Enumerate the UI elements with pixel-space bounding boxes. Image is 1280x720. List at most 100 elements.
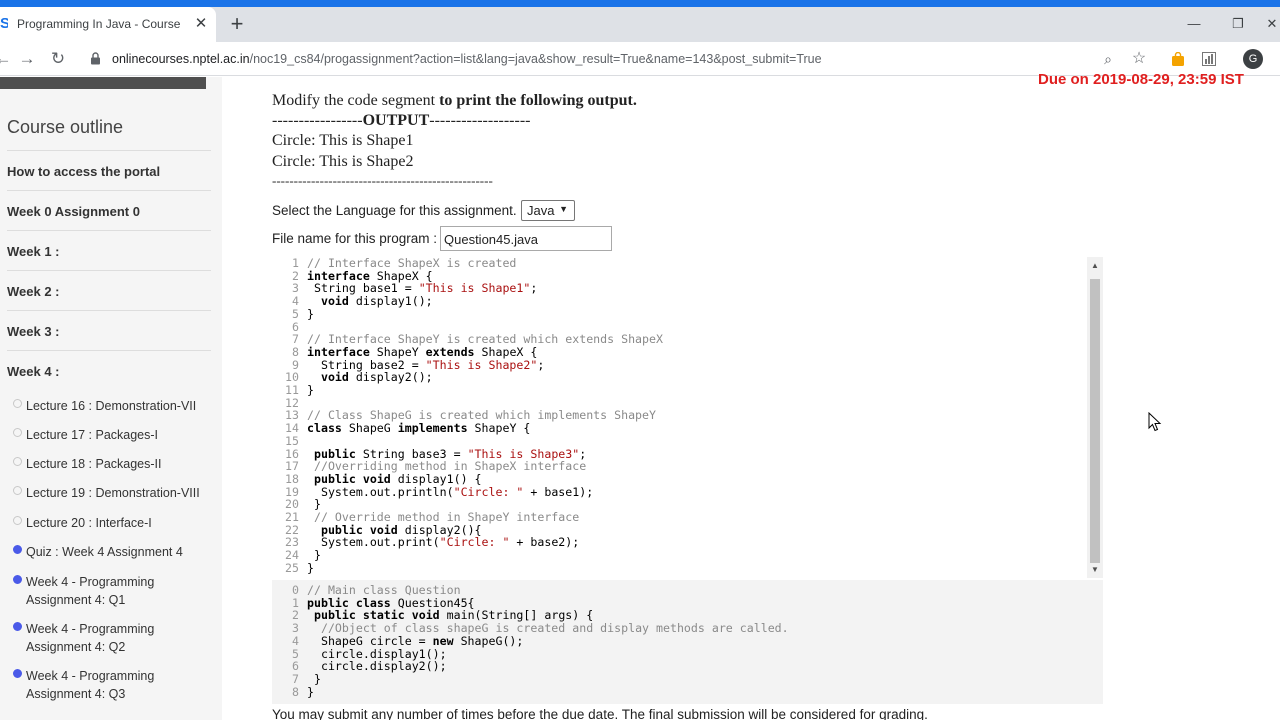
sidebar-item-week0[interactable]: Week 0 Assignment 0 bbox=[7, 204, 140, 219]
lecture-label: Quiz : Week 4 Assignment 4 bbox=[26, 545, 183, 559]
code-line: 18 public void display1() { bbox=[272, 473, 482, 486]
sidebar-item-week1[interactable]: Week 1 : bbox=[7, 244, 60, 259]
lecture-item[interactable]: Lecture 16 : Demonstration-VII bbox=[13, 397, 196, 415]
code-line: 21 // Override method in ShapeY interfac… bbox=[272, 511, 579, 524]
scroll-thumb[interactable] bbox=[1090, 279, 1100, 563]
code-line: 5} bbox=[272, 308, 314, 321]
course-outline-heading: Course outline bbox=[7, 117, 124, 137]
status-dot-icon bbox=[13, 486, 22, 495]
line-number: 24 bbox=[285, 548, 299, 563]
line-number: 21 bbox=[285, 510, 299, 524]
line-number: 11 bbox=[285, 383, 299, 397]
window-accent-strip bbox=[0, 0, 1280, 7]
back-icon[interactable]: ← bbox=[0, 48, 14, 70]
file-name-field[interactable]: Question45.java bbox=[440, 226, 612, 251]
assignment-item-q1[interactable]: Week 4 - Programming Assignment 4: Q1 bbox=[13, 573, 186, 609]
line-number: 3 bbox=[292, 621, 299, 636]
code-editor[interactable]: 1// Interface ShapeX is created 2 interfac… bbox=[272, 257, 1103, 578]
forward-icon[interactable]: → bbox=[16, 48, 38, 70]
url-path: /noc19_cs84/progassignment?action=list&l… bbox=[249, 52, 822, 66]
lecture-item[interactable]: Lecture 18 : Packages-II bbox=[13, 455, 162, 473]
code-line: 3 //Object of class shapeG is created an… bbox=[272, 622, 789, 635]
line-number: 4 bbox=[292, 294, 299, 309]
instruction-text: Modify the code segment to print the fol… bbox=[272, 92, 637, 110]
code-line: 11} bbox=[272, 384, 314, 397]
instruction-lead: Modify the code segment bbox=[272, 92, 440, 109]
sidebar-item-week4[interactable]: Week 4 : bbox=[7, 364, 60, 379]
extension-chart-icon[interactable] bbox=[1199, 49, 1219, 69]
language-select[interactable]: Java ▼ bbox=[521, 200, 575, 221]
line-number: 8 bbox=[292, 344, 299, 359]
address-bar[interactable]: onlinecourses.nptel.ac.in/noc19_cs84/pro… bbox=[112, 52, 822, 66]
quiz-item[interactable]: Quiz : Week 4 Assignment 4 bbox=[13, 543, 183, 561]
minimize-icon[interactable]: — bbox=[1184, 14, 1204, 34]
line-number: 14 bbox=[285, 421, 299, 436]
status-dot-icon bbox=[13, 669, 22, 678]
lecture-label: Lecture 18 : Packages-II bbox=[26, 457, 162, 471]
divider bbox=[7, 350, 211, 351]
extension-bag-icon[interactable] bbox=[1168, 49, 1188, 69]
divider bbox=[7, 190, 211, 191]
zoom-icon[interactable]: ⌕ bbox=[1098, 49, 1118, 69]
tab-title: Programming In Java - Course bbox=[17, 17, 181, 31]
output-word: OUTPUT bbox=[362, 112, 430, 129]
line-number: 1 bbox=[292, 256, 299, 270]
line-number: 15 bbox=[285, 433, 299, 448]
language-value: Java bbox=[527, 203, 555, 218]
restore-icon[interactable]: ❐ bbox=[1228, 14, 1248, 34]
status-dot-icon bbox=[13, 516, 22, 525]
line-number: 4 bbox=[292, 633, 299, 648]
status-dot-icon bbox=[13, 545, 22, 554]
status-dot-icon bbox=[13, 457, 22, 466]
lecture-label: Week 4 - Programming Assignment 4: Q2 bbox=[26, 622, 155, 654]
code-line: 14 class ShapeG implements ShapeY { bbox=[272, 422, 530, 435]
code-line: 8} bbox=[272, 684, 314, 699]
line-number: 17 bbox=[285, 459, 299, 474]
lecture-label: Lecture 19 : Demonstration-VIII bbox=[26, 486, 200, 500]
line-number: 6 bbox=[292, 659, 299, 674]
code-line: 4 void display1(); bbox=[272, 295, 433, 308]
lecture-label: Week 4 - Programming Assignment 4: Q1 bbox=[26, 575, 155, 607]
site-favicon-icon: S bbox=[0, 16, 8, 32]
url-host: onlinecourses.nptel.ac.in bbox=[112, 52, 250, 66]
line-number: 18 bbox=[285, 471, 299, 486]
reload-icon[interactable]: ↻ bbox=[47, 48, 69, 70]
lecture-label: Week 4 - Programming Assignment 4: Q3 bbox=[26, 669, 155, 701]
lecture-item[interactable]: Lecture 20 : Interface-I bbox=[13, 514, 152, 532]
sidebar-item-week3[interactable]: Week 3 : bbox=[7, 324, 60, 339]
assignment-item-q3[interactable]: Week 4 - Programming Assignment 4: Q3 bbox=[13, 667, 186, 703]
profile-avatar[interactable]: G bbox=[1243, 49, 1263, 69]
scroll-up-icon[interactable]: ▲ bbox=[1087, 259, 1103, 273]
output-line: Circle: This is Shape2 bbox=[272, 153, 414, 170]
status-dot-icon bbox=[13, 575, 22, 584]
code-line: 25} bbox=[272, 562, 314, 575]
scroll-down-icon[interactable]: ▼ bbox=[1087, 563, 1103, 577]
divider bbox=[7, 230, 211, 231]
editor-scrollbar[interactable]: ▲ ▼ bbox=[1087, 257, 1103, 578]
bookmark-star-icon[interactable]: ☆ bbox=[1129, 49, 1149, 69]
assignment-item-q2[interactable]: Week 4 - Programming Assignment 4: Q2 bbox=[13, 620, 186, 656]
divider bbox=[7, 310, 211, 311]
mouse-pointer-icon bbox=[1148, 412, 1162, 432]
output-footer: ----------------------------------------… bbox=[272, 173, 493, 188]
close-window-icon[interactable]: ✕ bbox=[1262, 14, 1280, 34]
lecture-item[interactable]: Lecture 19 : Demonstration-VIII bbox=[13, 484, 200, 502]
code-line: 24 } bbox=[272, 549, 321, 562]
code-line: 4 ShapeG circle = new ShapeG(); bbox=[272, 633, 523, 648]
lecture-label: Lecture 17 : Packages-I bbox=[26, 428, 159, 442]
lecture-item[interactable]: Lecture 17 : Packages-I bbox=[13, 426, 158, 444]
new-tab-icon[interactable]: + bbox=[227, 13, 247, 35]
divider bbox=[7, 150, 211, 151]
sidebar-item-portal[interactable]: How to access the portal bbox=[7, 164, 160, 179]
sidebar-item-week2[interactable]: Week 2 : bbox=[7, 284, 60, 299]
course-sidebar: Course outline How to access the portal … bbox=[0, 77, 222, 720]
lock-icon bbox=[91, 52, 100, 65]
line-number: 8 bbox=[292, 684, 299, 699]
lecture-label: Lecture 16 : Demonstration-VII bbox=[26, 399, 197, 413]
tab-active[interactable]: S Programming In Java - Course ✕ bbox=[0, 7, 216, 42]
due-date: Due on 2019-08-29, 23:59 IST bbox=[1038, 71, 1244, 88]
code-line: 7 } bbox=[272, 673, 321, 686]
file-name-label: File name for this program : bbox=[272, 231, 438, 246]
dropdown-arrow-icon: ▼ bbox=[559, 204, 568, 214]
close-tab-icon[interactable]: ✕ bbox=[191, 14, 211, 34]
